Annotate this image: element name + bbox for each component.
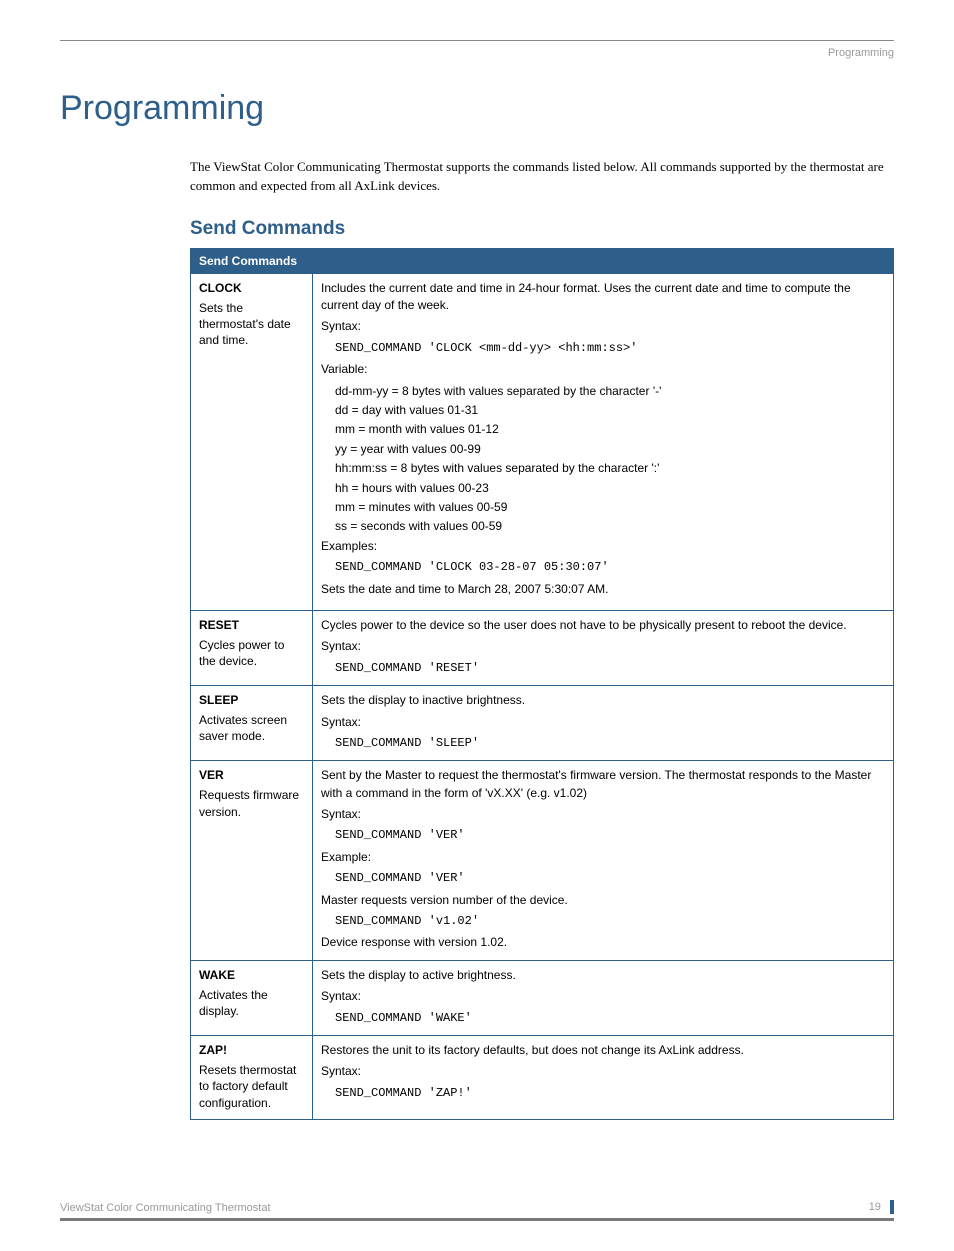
syntax-code: SEND_COMMAND 'RESET' bbox=[335, 660, 885, 677]
cmd-desc: Resets thermostat to factory default con… bbox=[199, 1063, 296, 1109]
section-heading: Send Commands bbox=[190, 218, 894, 240]
footer-page-number: 19 bbox=[869, 1201, 881, 1213]
syntax-label: Syntax: bbox=[321, 988, 885, 1005]
variable-item: yy = year with values 00-99 bbox=[335, 441, 885, 458]
cmd-name-ver: VER bbox=[199, 767, 304, 783]
cmd-summary: Cycles power to the device so the user d… bbox=[321, 617, 885, 634]
syntax-code: SEND_COMMAND 'ZAP!' bbox=[335, 1085, 885, 1102]
syntax-code: SEND_COMMAND 'VER' bbox=[335, 827, 885, 844]
syntax-label: Syntax: bbox=[321, 318, 885, 335]
table-row: VER Requests firmware version. Sent by t… bbox=[191, 761, 894, 961]
cmd-name-reset: RESET bbox=[199, 617, 304, 633]
cmd-summary: Includes the current date and time in 24… bbox=[321, 280, 885, 315]
example-code: SEND_COMMAND 'VER' bbox=[335, 870, 885, 887]
example-note: Device response with version 1.02. bbox=[321, 934, 885, 951]
cmd-name-zap: ZAP! bbox=[199, 1042, 304, 1058]
variable-item: ss = seconds with values 00-59 bbox=[335, 518, 885, 535]
example-code: SEND_COMMAND 'v1.02' bbox=[335, 913, 885, 930]
send-commands-table: Send Commands CLOCK Sets the thermostat'… bbox=[190, 248, 894, 1120]
table-row: WAKE Activates the display. Sets the dis… bbox=[191, 960, 894, 1035]
cmd-summary: Restores the unit to its factory default… bbox=[321, 1042, 885, 1059]
cmd-desc: Requests firmware version. bbox=[199, 788, 299, 818]
variable-label: Variable: bbox=[321, 361, 885, 378]
cmd-name-sleep: SLEEP bbox=[199, 692, 304, 708]
cmd-desc: Cycles power to the device. bbox=[199, 638, 284, 668]
footer-accent-bar bbox=[890, 1200, 894, 1214]
syntax-label: Syntax: bbox=[321, 806, 885, 823]
syntax-label: Syntax: bbox=[321, 638, 885, 655]
cmd-name-clock: CLOCK bbox=[199, 280, 304, 296]
cmd-desc: Sets the thermostat's date and time. bbox=[199, 301, 291, 347]
table-row: SLEEP Activates screen saver mode. Sets … bbox=[191, 686, 894, 761]
variable-item: hh = hours with values 00-23 bbox=[335, 480, 885, 497]
syntax-code: SEND_COMMAND 'CLOCK <mm-dd-yy> <hh:mm:ss… bbox=[335, 340, 885, 357]
variable-item: hh:mm:ss = 8 bytes with values separated… bbox=[335, 460, 885, 477]
cmd-summary: Sent by the Master to request the thermo… bbox=[321, 767, 885, 802]
variable-item: mm = minutes with values 00-59 bbox=[335, 499, 885, 516]
cmd-summary: Sets the display to inactive brightness. bbox=[321, 692, 885, 709]
page-footer: ViewStat Color Communicating Thermostat … bbox=[60, 1200, 894, 1221]
syntax-label: Syntax: bbox=[321, 714, 885, 731]
footer-left: ViewStat Color Communicating Thermostat bbox=[60, 1202, 271, 1214]
intro-paragraph: The ViewStat Color Communicating Thermos… bbox=[190, 158, 894, 196]
variable-item: dd-mm-yy = 8 bytes with values separated… bbox=[335, 383, 885, 400]
header-section: Programming bbox=[60, 47, 894, 59]
example-note: Master requests version number of the de… bbox=[321, 892, 885, 909]
page-title: Programming bbox=[60, 89, 894, 128]
variable-item: dd = day with values 01-31 bbox=[335, 402, 885, 419]
example-label: Example: bbox=[321, 849, 885, 866]
table-row: RESET Cycles power to the device. Cycles… bbox=[191, 610, 894, 685]
syntax-code: SEND_COMMAND 'WAKE' bbox=[335, 1010, 885, 1027]
cmd-name-wake: WAKE bbox=[199, 967, 304, 983]
example-code: SEND_COMMAND 'CLOCK 03-28-07 05:30:07' bbox=[335, 559, 885, 576]
examples-label: Examples: bbox=[321, 538, 885, 555]
cmd-desc: Activates screen saver mode. bbox=[199, 713, 287, 743]
syntax-code: SEND_COMMAND 'SLEEP' bbox=[335, 735, 885, 752]
table-title: Send Commands bbox=[191, 248, 894, 273]
syntax-label: Syntax: bbox=[321, 1063, 885, 1080]
cmd-desc: Activates the display. bbox=[199, 988, 268, 1018]
cmd-summary: Sets the display to active brightness. bbox=[321, 967, 885, 984]
table-row: ZAP! Resets thermostat to factory defaul… bbox=[191, 1035, 894, 1119]
table-row: CLOCK Sets the thermostat's date and tim… bbox=[191, 273, 894, 610]
example-note: Sets the date and time to March 28, 2007… bbox=[321, 581, 885, 598]
variable-item: mm = month with values 01-12 bbox=[335, 421, 885, 438]
